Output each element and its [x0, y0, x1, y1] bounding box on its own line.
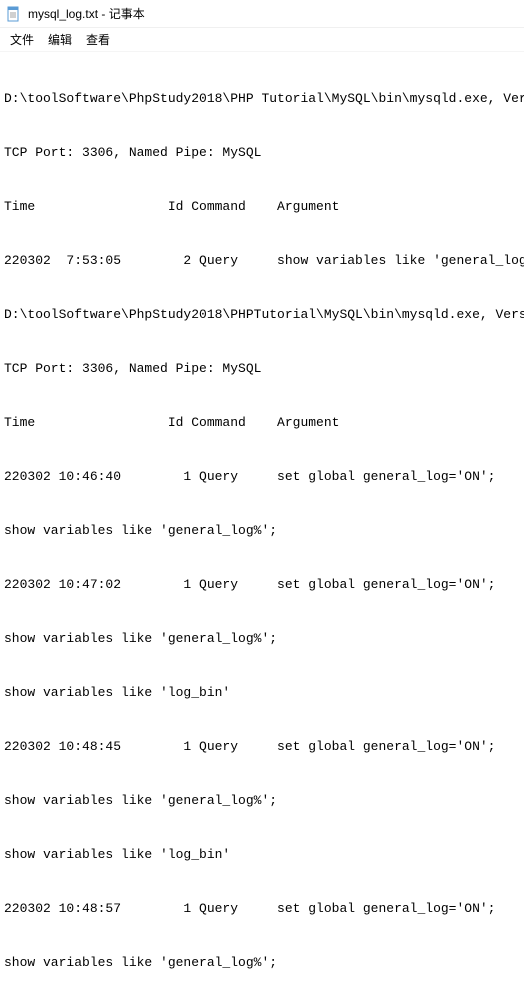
log-line: 220302 10:48:57 1 Query set global gener… — [4, 900, 520, 918]
window-titlebar: mysql_log.txt - 记事本 — [0, 0, 524, 28]
log-line: show variables like 'general_log%'; — [4, 792, 520, 810]
log-line: 220302 7:53:05 2 Query show variables li… — [4, 252, 520, 270]
log-line: show variables like 'log_bin' — [4, 846, 520, 864]
log-line: Time Id Command Argument — [4, 414, 520, 432]
notepad-icon — [6, 6, 22, 22]
log-line: TCP Port: 3306, Named Pipe: MySQL — [4, 144, 520, 162]
log-line: show variables like 'log_bin' — [4, 684, 520, 702]
log-line: D:\toolSoftware\PhpStudy2018\PHPTutorial… — [4, 306, 520, 324]
log-content[interactable]: D:\toolSoftware\PhpStudy2018\PHP Tutoria… — [0, 52, 524, 1000]
log-line: show variables like 'general_log%'; — [4, 522, 520, 540]
menu-edit[interactable]: 编辑 — [48, 31, 72, 48]
log-line: 220302 10:47:02 1 Query set global gener… — [4, 576, 520, 594]
menu-file[interactable]: 文件 — [10, 31, 34, 48]
log-line: TCP Port: 3306, Named Pipe: MySQL — [4, 360, 520, 378]
menubar: 文件 编辑 查看 — [0, 28, 524, 52]
log-line: Time Id Command Argument — [4, 198, 520, 216]
log-line: show variables like 'general_log%'; — [4, 630, 520, 648]
log-line: 220302 10:46:40 1 Query set global gener… — [4, 468, 520, 486]
window-title: mysql_log.txt - 记事本 — [28, 5, 145, 22]
log-line: D:\toolSoftware\PhpStudy2018\PHP Tutoria… — [4, 90, 520, 108]
log-line: show variables like 'general_log%'; — [4, 954, 520, 972]
menu-view[interactable]: 查看 — [86, 31, 110, 48]
log-line: 220302 10:48:45 1 Query set global gener… — [4, 738, 520, 756]
